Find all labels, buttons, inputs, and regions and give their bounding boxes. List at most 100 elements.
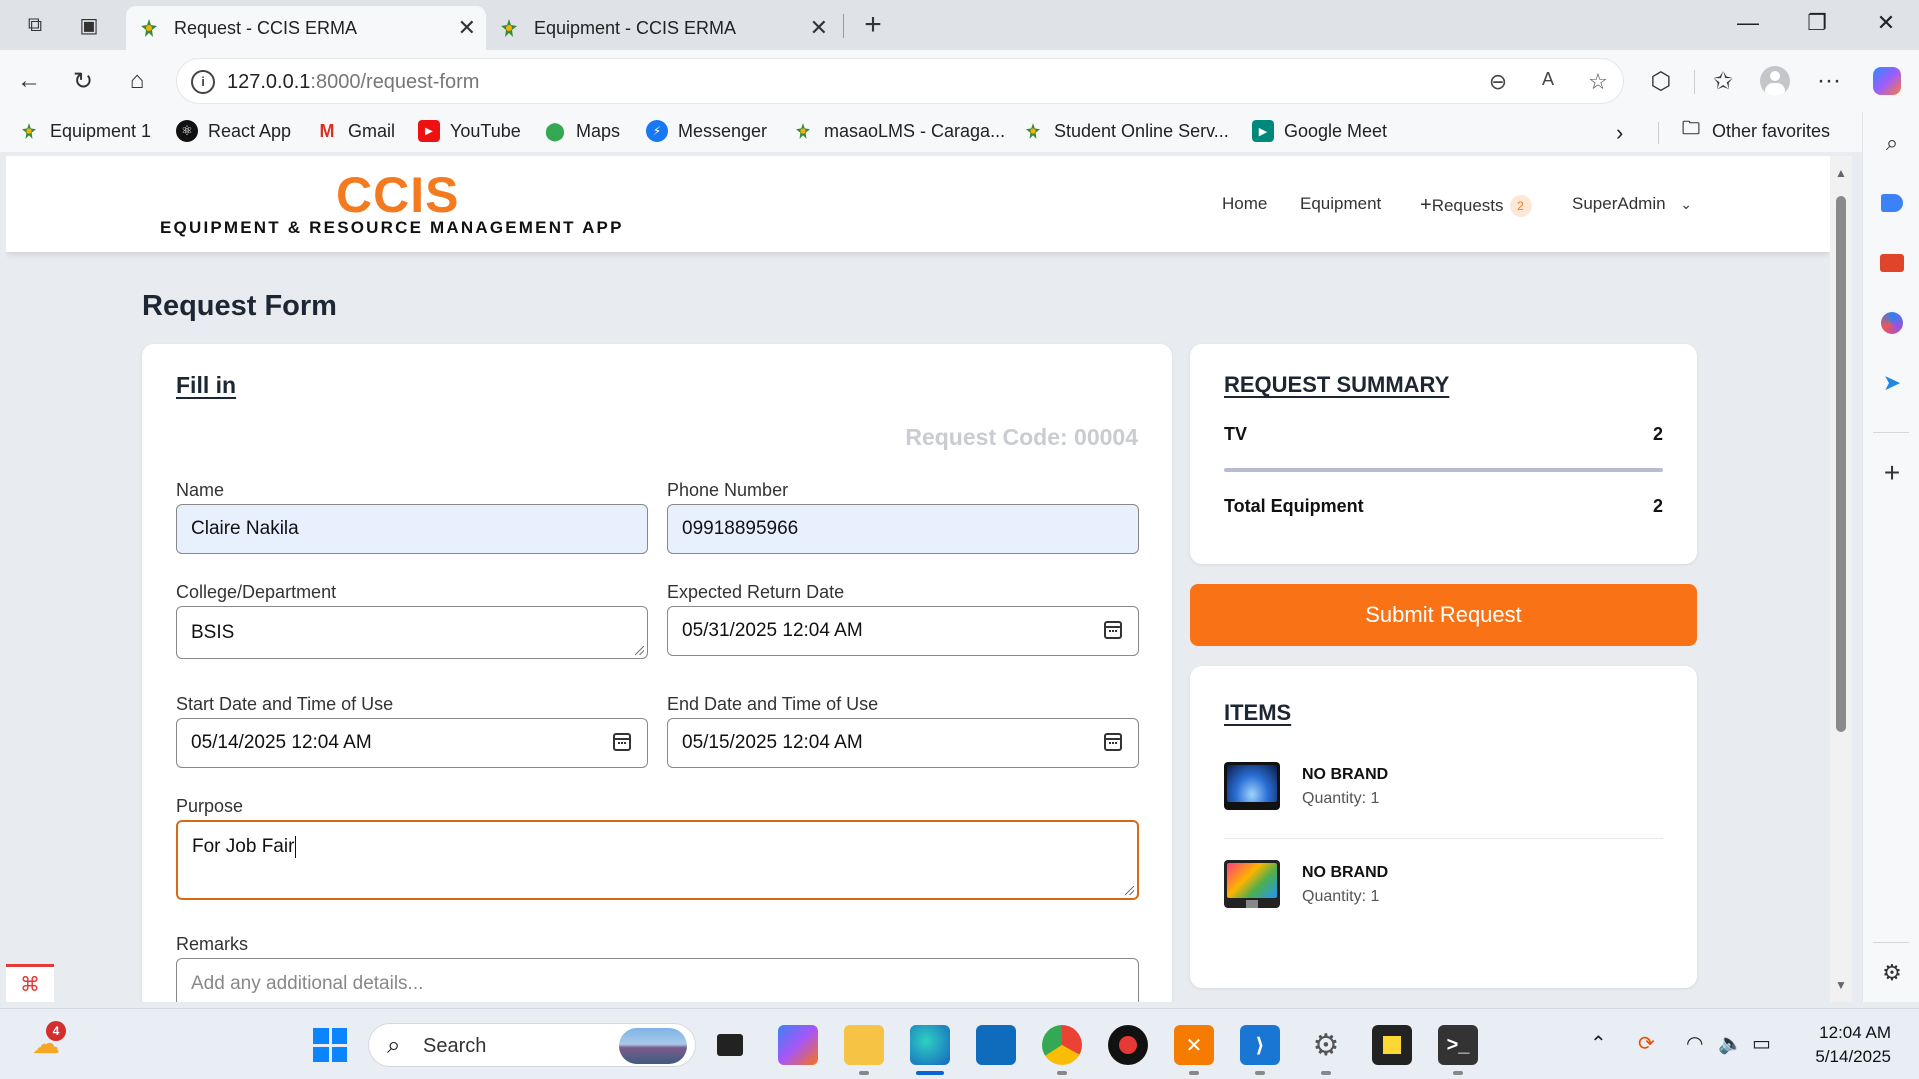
- scroll-down-arrow-icon[interactable]: ▼: [1835, 978, 1847, 992]
- sticky-notes-icon[interactable]: [1372, 1025, 1412, 1065]
- new-tab-icon[interactable]: +: [858, 8, 888, 42]
- maps-pin-icon: ⬤: [544, 120, 566, 141]
- tab-actions-icon[interactable]: ▣: [74, 10, 104, 40]
- scroll-up-arrow-icon[interactable]: ▲: [1835, 166, 1847, 180]
- address-bar[interactable]: i 127.0.0.1:8000/request-form ⊖ A ☆: [176, 58, 1624, 104]
- page-scrollbar[interactable]: ▲ ▼: [1830, 156, 1852, 1002]
- return-date-input[interactable]: 05/31/2025 12:04 AM: [667, 606, 1139, 656]
- request-form-card: Fill in Request Code: 00004 Name Claire …: [142, 344, 1172, 1002]
- calendar-icon[interactable]: [1104, 621, 1122, 639]
- react-icon: ⚛: [176, 120, 198, 142]
- calendar-icon[interactable]: [1104, 733, 1122, 751]
- bookmark-messenger[interactable]: ⚡ Messenger: [646, 120, 767, 142]
- bookmark-student-online[interactable]: Student Online Serv...: [1022, 120, 1229, 142]
- close-tab-icon[interactable]: ✕: [458, 15, 476, 41]
- minimize-icon[interactable]: —: [1733, 10, 1763, 36]
- file-explorer-icon[interactable]: [844, 1025, 884, 1075]
- weather-badge: 4: [46, 1021, 66, 1041]
- bookmark-google-meet[interactable]: ▶ Google Meet: [1252, 120, 1387, 142]
- bookmarks-bar: Equipment 1 ⚛ React App M Gmail ▶ YouTub…: [0, 112, 1919, 152]
- taskbar-search[interactable]: ⌕ Search: [368, 1023, 696, 1067]
- settings-gear-icon[interactable]: ⚙: [1877, 958, 1907, 988]
- nav-requests[interactable]: +Requests 2: [1420, 194, 1532, 217]
- sync-icon[interactable]: ⟳: [1638, 1031, 1655, 1056]
- weather-icon[interactable]: ☁ 4: [26, 1021, 66, 1063]
- bookmark-masaolms[interactable]: masaoLMS - Caraga...: [792, 120, 1005, 142]
- search-icon[interactable]: ⌕: [1877, 128, 1907, 158]
- add-icon[interactable]: +: [1877, 457, 1907, 488]
- close-window-icon[interactable]: ✕: [1871, 10, 1901, 36]
- xampp-icon[interactable]: ✕: [1174, 1025, 1214, 1075]
- site-info-icon[interactable]: i: [191, 70, 215, 94]
- battery-icon[interactable]: ▭: [1752, 1031, 1771, 1056]
- terminal-icon[interactable]: >_: [1438, 1025, 1478, 1075]
- end-date-label: End Date and Time of Use: [667, 694, 879, 714]
- end-date-input[interactable]: 05/15/2025 12:04 AM: [667, 718, 1139, 768]
- task-view-icon[interactable]: [710, 1025, 750, 1065]
- sidebar-divider: [1873, 942, 1909, 943]
- tab-equipment[interactable]: Equipment - CCIS ERMA ✕: [486, 6, 838, 50]
- profile-avatar-icon[interactable]: [1758, 64, 1792, 98]
- tab-title: Equipment - CCIS ERMA: [534, 17, 737, 38]
- copilot-icon[interactable]: [1870, 64, 1904, 98]
- settings-taskbar-icon[interactable]: ⚙: [1306, 1025, 1346, 1075]
- shopping-tag-icon[interactable]: [1877, 188, 1907, 218]
- debugbar-icon[interactable]: ⌘: [6, 964, 54, 1002]
- start-date-input[interactable]: 05/14/2025 12:04 AM: [176, 718, 648, 768]
- plus-icon: +: [1420, 194, 1432, 216]
- home-icon[interactable]: ⌂: [120, 64, 154, 98]
- windows-start-icon[interactable]: [310, 1025, 350, 1065]
- workspaces-icon[interactable]: ⧉: [20, 10, 50, 40]
- edge-browser-icon[interactable]: [910, 1025, 950, 1075]
- send-icon[interactable]: ➤: [1877, 368, 1907, 398]
- bookmark-react-app[interactable]: ⚛ React App: [176, 120, 291, 142]
- microsoft365-icon[interactable]: [1877, 308, 1907, 338]
- close-tab-icon[interactable]: ✕: [810, 15, 828, 41]
- app-favicon-icon: [792, 120, 814, 142]
- calendar-icon[interactable]: [613, 733, 631, 751]
- phone-input[interactable]: 09918895966: [667, 504, 1139, 554]
- recorder-icon[interactable]: [1108, 1025, 1148, 1065]
- resize-handle[interactable]: [635, 646, 644, 655]
- favorites-icon[interactable]: ✩: [1706, 64, 1740, 98]
- nav-user-menu[interactable]: SuperAdmin ⌄: [1572, 194, 1692, 214]
- back-icon[interactable]: ←: [12, 64, 46, 98]
- extensions-icon[interactable]: ⬡: [1644, 64, 1678, 98]
- bookmark-equipment[interactable]: Equipment 1: [18, 120, 151, 142]
- vscode-icon[interactable]: ⟩: [1240, 1025, 1280, 1075]
- zoom-icon[interactable]: ⊖: [1483, 69, 1513, 95]
- volume-icon[interactable]: 🔈: [1718, 1031, 1743, 1056]
- refresh-icon[interactable]: ↻: [66, 64, 100, 98]
- restore-icon[interactable]: ❐: [1802, 10, 1832, 36]
- bookmark-maps[interactable]: ⬤ Maps: [544, 120, 620, 142]
- tray-overflow-chevron-icon[interactable]: ⌃: [1590, 1031, 1607, 1056]
- microsoft-store-icon[interactable]: [976, 1025, 1016, 1065]
- bookmark-gmail[interactable]: M Gmail: [316, 120, 396, 142]
- bookmark-other-favorites[interactable]: 🗀 Other favorites: [1680, 118, 1830, 142]
- chrome-icon[interactable]: [1042, 1025, 1082, 1075]
- copilot-taskbar-icon[interactable]: [778, 1025, 818, 1065]
- scrollbar-thumb[interactable]: [1836, 196, 1846, 732]
- search-icon: ⌕: [387, 1032, 401, 1059]
- college-textarea[interactable]: BSIS: [176, 606, 648, 659]
- purpose-textarea[interactable]: For Job Fair: [176, 820, 1139, 900]
- bookmarks-more-chevron-icon[interactable]: ›: [1616, 120, 1623, 146]
- read-aloud-icon[interactable]: A: [1533, 69, 1563, 90]
- tools-briefcase-icon[interactable]: [1877, 248, 1907, 278]
- submit-request-button[interactable]: Submit Request: [1190, 584, 1697, 646]
- more-menu-icon[interactable]: ···: [1812, 64, 1846, 98]
- summary-total-row: Total Equipment 2: [1224, 496, 1663, 516]
- tab-request[interactable]: Request - CCIS ERMA ✕: [126, 6, 486, 50]
- nav-equipment[interactable]: Equipment: [1300, 194, 1381, 214]
- name-input[interactable]: Claire Nakila: [176, 504, 648, 554]
- taskbar-clock[interactable]: 12:04 AM 5/14/2025: [1815, 1021, 1891, 1069]
- app-logo[interactable]: CCIS: [336, 166, 459, 224]
- resize-handle[interactable]: [1125, 886, 1134, 895]
- item-divider: [1224, 838, 1663, 839]
- remarks-textarea[interactable]: Add any additional details...: [176, 958, 1139, 1002]
- favorite-star-icon[interactable]: ☆: [1583, 69, 1613, 95]
- bookmark-youtube[interactable]: ▶ YouTube: [418, 120, 521, 142]
- nav-home[interactable]: Home: [1222, 194, 1267, 214]
- address-url[interactable]: 127.0.0.1:8000/request-form: [227, 71, 479, 94]
- wifi-icon[interactable]: ◠: [1686, 1031, 1703, 1056]
